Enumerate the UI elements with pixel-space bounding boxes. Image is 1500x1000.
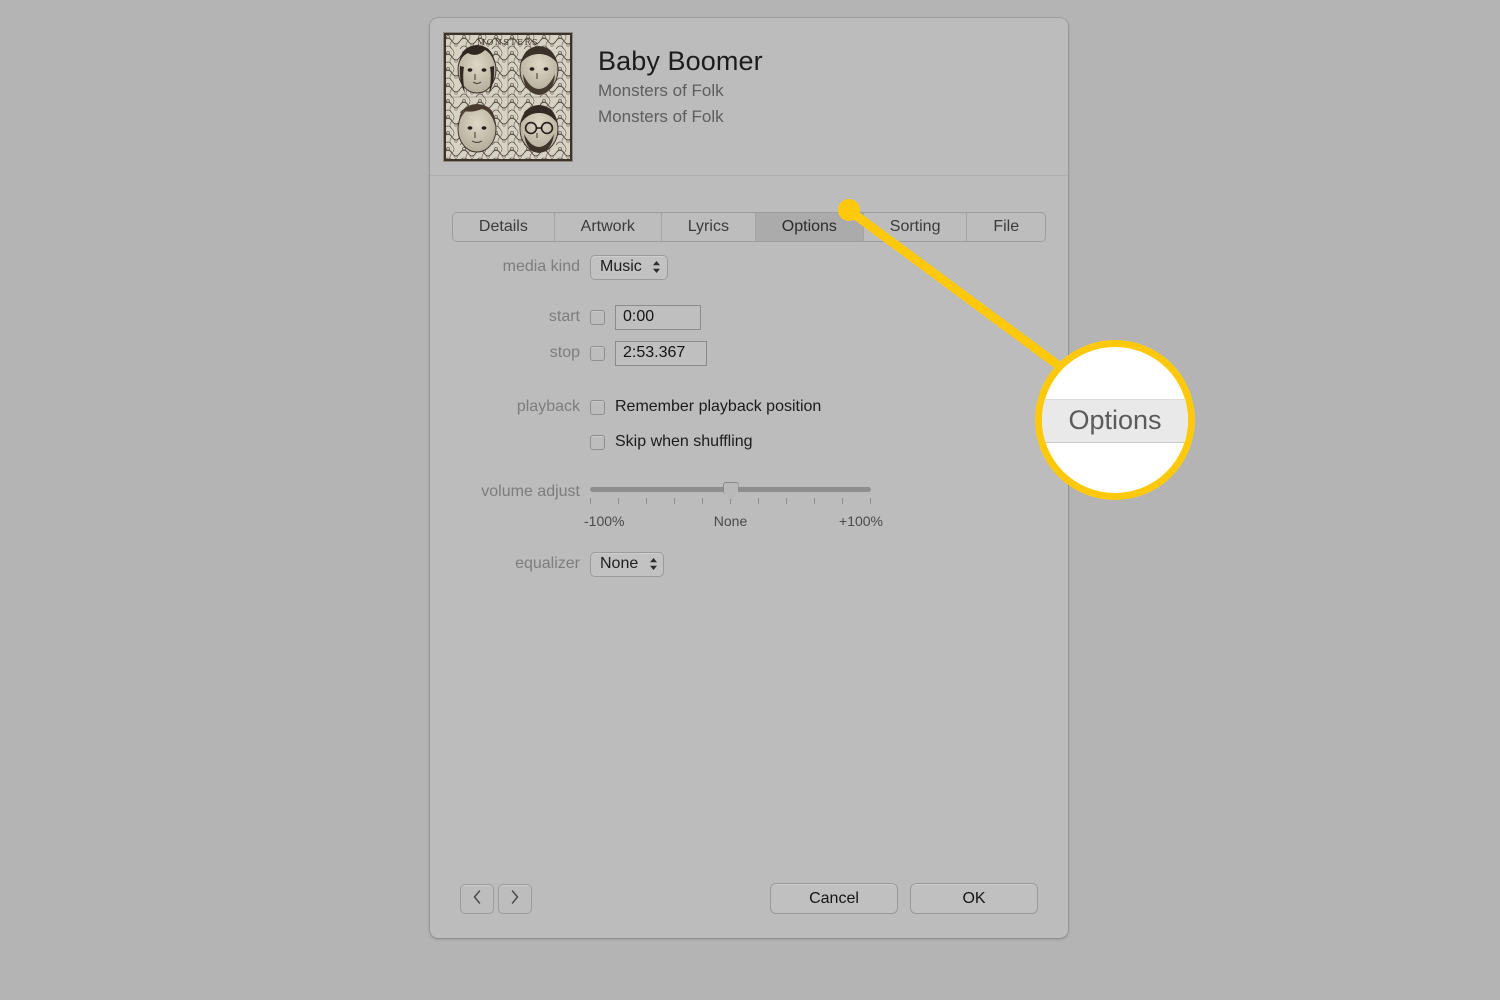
skip-when-shuffling-checkbox[interactable] xyxy=(590,434,605,450)
slider-tick xyxy=(702,498,703,504)
slider-tick xyxy=(842,498,843,504)
playback-label: playback xyxy=(516,398,580,415)
slider-tick xyxy=(758,498,759,504)
slider-tick xyxy=(786,498,787,504)
tab-details[interactable]: Details xyxy=(453,213,555,241)
album-artwork: MONSTERS xyxy=(443,32,573,162)
chevron-right-icon xyxy=(510,889,520,910)
tab-options[interactable]: Options xyxy=(755,213,864,241)
slider-max-label: +100% xyxy=(839,513,883,529)
volume-adjust-slider[interactable] xyxy=(590,479,871,513)
tab-bar: Details Artwork Lyrics Options Sorting F… xyxy=(452,212,1046,242)
remember-playback-position-checkbox[interactable] xyxy=(590,399,605,415)
media-kind-row: media kind Music xyxy=(430,254,1068,280)
song-info-dialog: MONSTERS Baby Boomer Monsters of Folk Mo… xyxy=(430,18,1068,938)
stop-row: stop 2:53.367 xyxy=(430,340,1068,366)
track-artist: Monsters of Folk xyxy=(598,81,724,100)
start-checkbox[interactable] xyxy=(590,309,605,325)
equalizer-row: equalizer None xyxy=(430,551,1068,577)
remember-playback-position-label: Remember playback position xyxy=(615,398,822,415)
slider-tick xyxy=(646,498,647,504)
slider-scale: -100% None +100% xyxy=(584,513,883,533)
start-row: start 0:00 xyxy=(430,304,1068,330)
dialog-header: MONSTERS Baby Boomer Monsters of Folk Mo… xyxy=(430,18,1068,176)
dialog-footer: Cancel OK xyxy=(430,862,1068,938)
slider-knob[interactable] xyxy=(722,482,739,500)
track-title: Baby Boomer xyxy=(598,46,763,76)
cancel-button[interactable]: Cancel xyxy=(770,883,898,914)
equalizer-select[interactable]: None xyxy=(590,551,665,577)
svg-text:MONSTERS: MONSTERS xyxy=(477,38,539,47)
stop-time-input[interactable]: 2:53.367 xyxy=(615,340,707,366)
tab-sorting[interactable]: Sorting xyxy=(863,213,968,241)
media-kind-value: Music xyxy=(600,258,642,275)
slider-tick xyxy=(618,498,619,504)
skip-shuffling-row: Skip when shuffling xyxy=(430,429,1068,455)
slider-min-label: -100% xyxy=(584,513,625,529)
ok-button[interactable]: OK xyxy=(910,883,1038,914)
tab-file[interactable]: File xyxy=(967,213,1045,241)
slider-tick xyxy=(870,498,871,504)
media-kind-label: media kind xyxy=(502,258,580,275)
slider-tick xyxy=(814,498,815,504)
magnifier-options-label: Options xyxy=(1068,404,1162,435)
volume-adjust-label: volume adjust xyxy=(481,483,580,500)
equalizer-value: None xyxy=(600,555,639,572)
chevron-up-down-icon xyxy=(651,259,663,275)
slider-tick xyxy=(674,498,675,504)
remember-playback-row: playback Remember playback position xyxy=(430,394,1068,420)
media-kind-select[interactable]: Music xyxy=(590,254,668,280)
stop-checkbox[interactable] xyxy=(590,345,605,361)
start-label: start xyxy=(548,308,580,325)
previous-track-button[interactable] xyxy=(460,884,494,914)
next-track-button[interactable] xyxy=(498,884,532,914)
stop-label: stop xyxy=(549,344,580,361)
tab-artwork[interactable]: Artwork xyxy=(554,213,662,241)
callout-magnifier: Options xyxy=(1035,340,1195,500)
skip-when-shuffling-label: Skip when shuffling xyxy=(615,433,753,450)
start-time-input[interactable]: 0:00 xyxy=(615,304,701,330)
tab-lyrics[interactable]: Lyrics xyxy=(661,213,756,241)
track-album: Monsters of Folk xyxy=(598,107,724,126)
volume-adjust-row: volume adjust -100% None +100% xyxy=(430,479,1068,533)
equalizer-label: equalizer xyxy=(515,555,580,572)
slider-tick xyxy=(590,498,591,504)
track-metadata: Baby Boomer Monsters of Folk Monsters of… xyxy=(598,44,1038,130)
chevron-left-icon xyxy=(472,889,482,910)
slider-mid-label: None xyxy=(713,513,748,529)
chevron-up-down-icon xyxy=(647,556,659,572)
options-pane: media kind Music start 0:00 stop 2:53.36… xyxy=(430,254,1068,577)
